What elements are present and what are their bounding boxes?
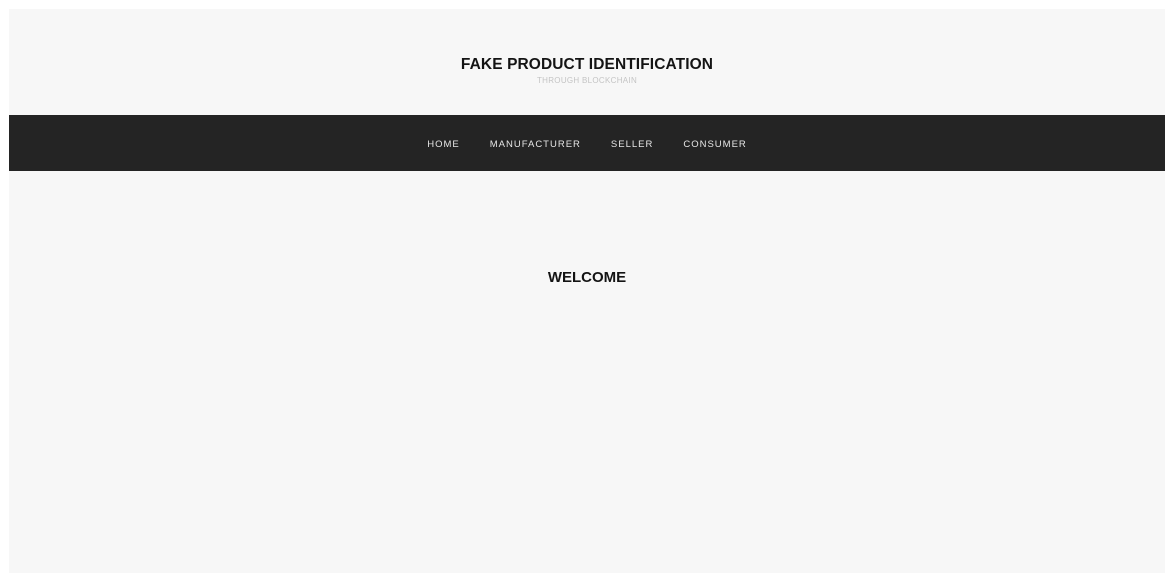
nav-item-manufacturer[interactable]: MANUFACTURER — [490, 139, 581, 150]
nav-list: HOME MANUFACTURER SELLER CONSUMER — [9, 115, 1165, 171]
nav-item-home[interactable]: HOME — [427, 139, 460, 150]
site-header: FAKE PRODUCT IDENTIFICATION THROUGH BLOC… — [9, 9, 1165, 115]
page-frame: FAKE PRODUCT IDENTIFICATION THROUGH BLOC… — [9, 9, 1165, 573]
welcome-heading: WELCOME — [547, 269, 627, 286]
main-navbar: HOME MANUFACTURER SELLER CONSUMER — [9, 115, 1165, 171]
nav-item-consumer[interactable]: CONSUMER — [683, 139, 746, 150]
site-tagline: THROUGH BLOCKCHAIN — [536, 76, 638, 85]
site-title: FAKE PRODUCT IDENTIFICATION — [460, 56, 714, 73]
nav-item-seller[interactable]: SELLER — [611, 139, 653, 150]
